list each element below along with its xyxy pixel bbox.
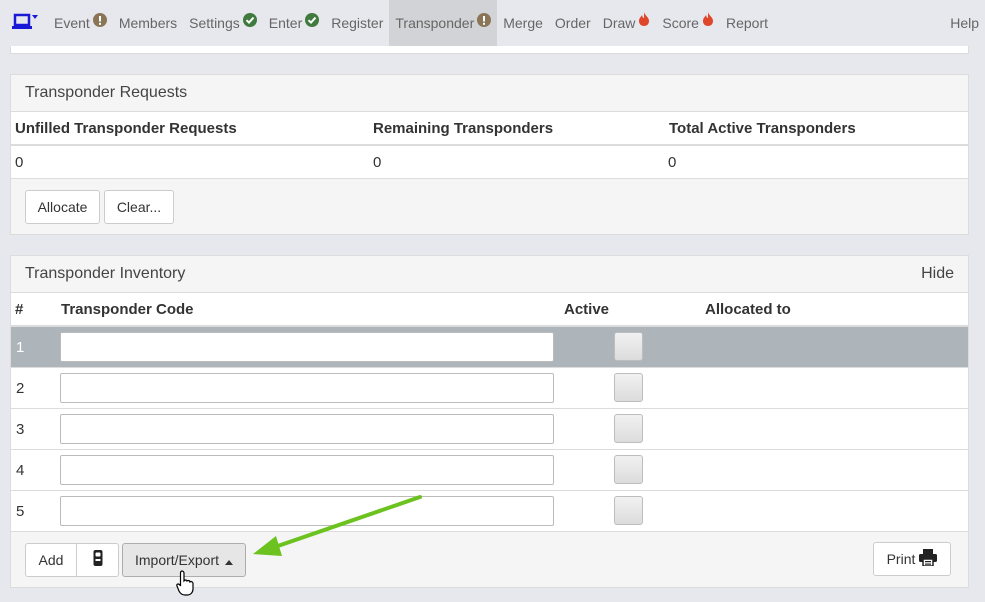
nav-score[interactable]: Score — [656, 0, 720, 46]
nav-settings[interactable]: Settings — [183, 0, 263, 46]
table-row[interactable]: 4 — [11, 450, 968, 491]
import-export-label: Import/Export — [134, 551, 220, 568]
exclamation-icon — [92, 13, 107, 27]
hand-cursor-icon — [176, 570, 194, 596]
nav-draw-label: Draw — [602, 15, 636, 31]
check-icon — [242, 13, 257, 27]
column-header-code: Transponder Code — [61, 300, 194, 318]
panel-footer: Allocate Clear... — [11, 179, 968, 234]
column-header-active: Active — [564, 300, 610, 318]
nav-report-label: Report — [725, 15, 768, 31]
top-navbar: Event Members Settings Enter Register Tr… — [0, 0, 985, 46]
active-checkbox[interactable] — [614, 496, 643, 525]
add-button-group: Add — [25, 542, 119, 577]
column-header-number: # — [15, 300, 24, 318]
total-active-value: 0 — [668, 153, 677, 171]
clear-button[interactable]: Clear... — [104, 189, 174, 224]
print-label: Print — [886, 551, 916, 567]
transponder-code-input[interactable] — [60, 414, 554, 444]
active-checkbox[interactable] — [614, 455, 643, 484]
allocate-button[interactable]: Allocate — [25, 189, 100, 224]
panel-heading: Transponder Inventory Hide — [11, 256, 968, 293]
column-header-allocated: Allocated to — [705, 300, 791, 318]
hide-link[interactable]: Hide — [921, 265, 954, 283]
row-number: 2 — [16, 379, 25, 397]
nav-order-label: Order — [554, 15, 591, 31]
transponder-code-input[interactable] — [60, 332, 554, 362]
panel-footer: Add Import/Export Print — [11, 532, 968, 587]
nav-help[interactable]: Help — [944, 0, 985, 46]
transponder-code-input[interactable] — [60, 455, 554, 485]
table-row[interactable]: 5 — [11, 491, 968, 532]
nav-event-label: Event — [54, 15, 90, 31]
panel-title: Transponder Requests — [25, 84, 188, 101]
row-number: 3 — [16, 420, 25, 438]
nav-enter-label: Enter — [268, 15, 303, 31]
nav-event[interactable]: Event — [48, 0, 113, 46]
nav-transponder-label: Transponder — [395, 15, 475, 31]
nav-settings-label: Settings — [189, 15, 240, 31]
column-header: Unfilled Transponder Requests — [15, 119, 237, 137]
table-header-row: Unfilled Transponder Requests Remaining … — [11, 112, 968, 146]
panel-heading: Transponder Requests — [11, 75, 968, 112]
row-number: 4 — [16, 461, 25, 479]
transponder-code-input[interactable] — [60, 373, 554, 403]
add-button[interactable]: Add — [25, 542, 77, 577]
nav-score-label: Score — [662, 15, 699, 31]
nav-report[interactable]: Report — [720, 0, 774, 46]
nav-draw[interactable]: Draw — [597, 0, 657, 46]
row-number: 5 — [16, 502, 25, 520]
table-row: 0 0 0 — [11, 146, 968, 179]
panel-title: Transponder Inventory — [25, 265, 186, 282]
table-row[interactable]: 1 — [11, 327, 968, 368]
active-checkbox[interactable] — [614, 373, 643, 402]
table-header-row: # Transponder Code Active Allocated to — [11, 293, 968, 327]
nav-merge-label: Merge — [503, 15, 543, 31]
caret-up-icon — [225, 552, 234, 568]
nav-transponder[interactable]: Transponder — [389, 0, 498, 46]
print-button[interactable]: Print — [873, 542, 951, 576]
nav-enter[interactable]: Enter — [263, 0, 325, 46]
exclamation-icon — [477, 13, 492, 27]
nav-order[interactable]: Order — [549, 0, 597, 46]
remaining-transponders-value: 0 — [373, 153, 382, 171]
row-number: 1 — [16, 338, 25, 356]
active-checkbox[interactable] — [614, 332, 643, 361]
arrow-annotation — [253, 495, 422, 556]
previous-panel-bottom — [10, 46, 969, 54]
table-row[interactable]: 2 — [11, 368, 968, 409]
column-header: Remaining Transponders — [373, 119, 554, 137]
check-icon — [305, 13, 320, 27]
unfilled-requests-value: 0 — [15, 153, 24, 171]
app-menu-button[interactable] — [0, 0, 48, 46]
column-header: Total Active Transponders — [669, 119, 856, 137]
nav-register-label: Register — [331, 15, 384, 31]
nav-members[interactable]: Members — [113, 0, 183, 46]
laptop-icon — [9, 11, 39, 36]
scan-transponder-button[interactable] — [77, 542, 119, 577]
transponder-requests-panel: Transponder Requests Unfilled Transponde… — [10, 74, 969, 235]
table-row[interactable]: 3 — [11, 409, 968, 450]
nav-merge[interactable]: Merge — [497, 0, 549, 46]
fire-icon — [702, 11, 714, 29]
active-checkbox[interactable] — [614, 414, 643, 443]
printer-icon — [919, 549, 938, 569]
nav-register[interactable]: Register — [325, 0, 389, 46]
transponder-icon — [92, 549, 104, 570]
nav-members-label: Members — [118, 15, 178, 31]
nav-help-label: Help — [950, 15, 979, 31]
fire-icon — [638, 11, 650, 29]
transponder-inventory-panel: Transponder Inventory Hide # Transponder… — [10, 255, 969, 588]
